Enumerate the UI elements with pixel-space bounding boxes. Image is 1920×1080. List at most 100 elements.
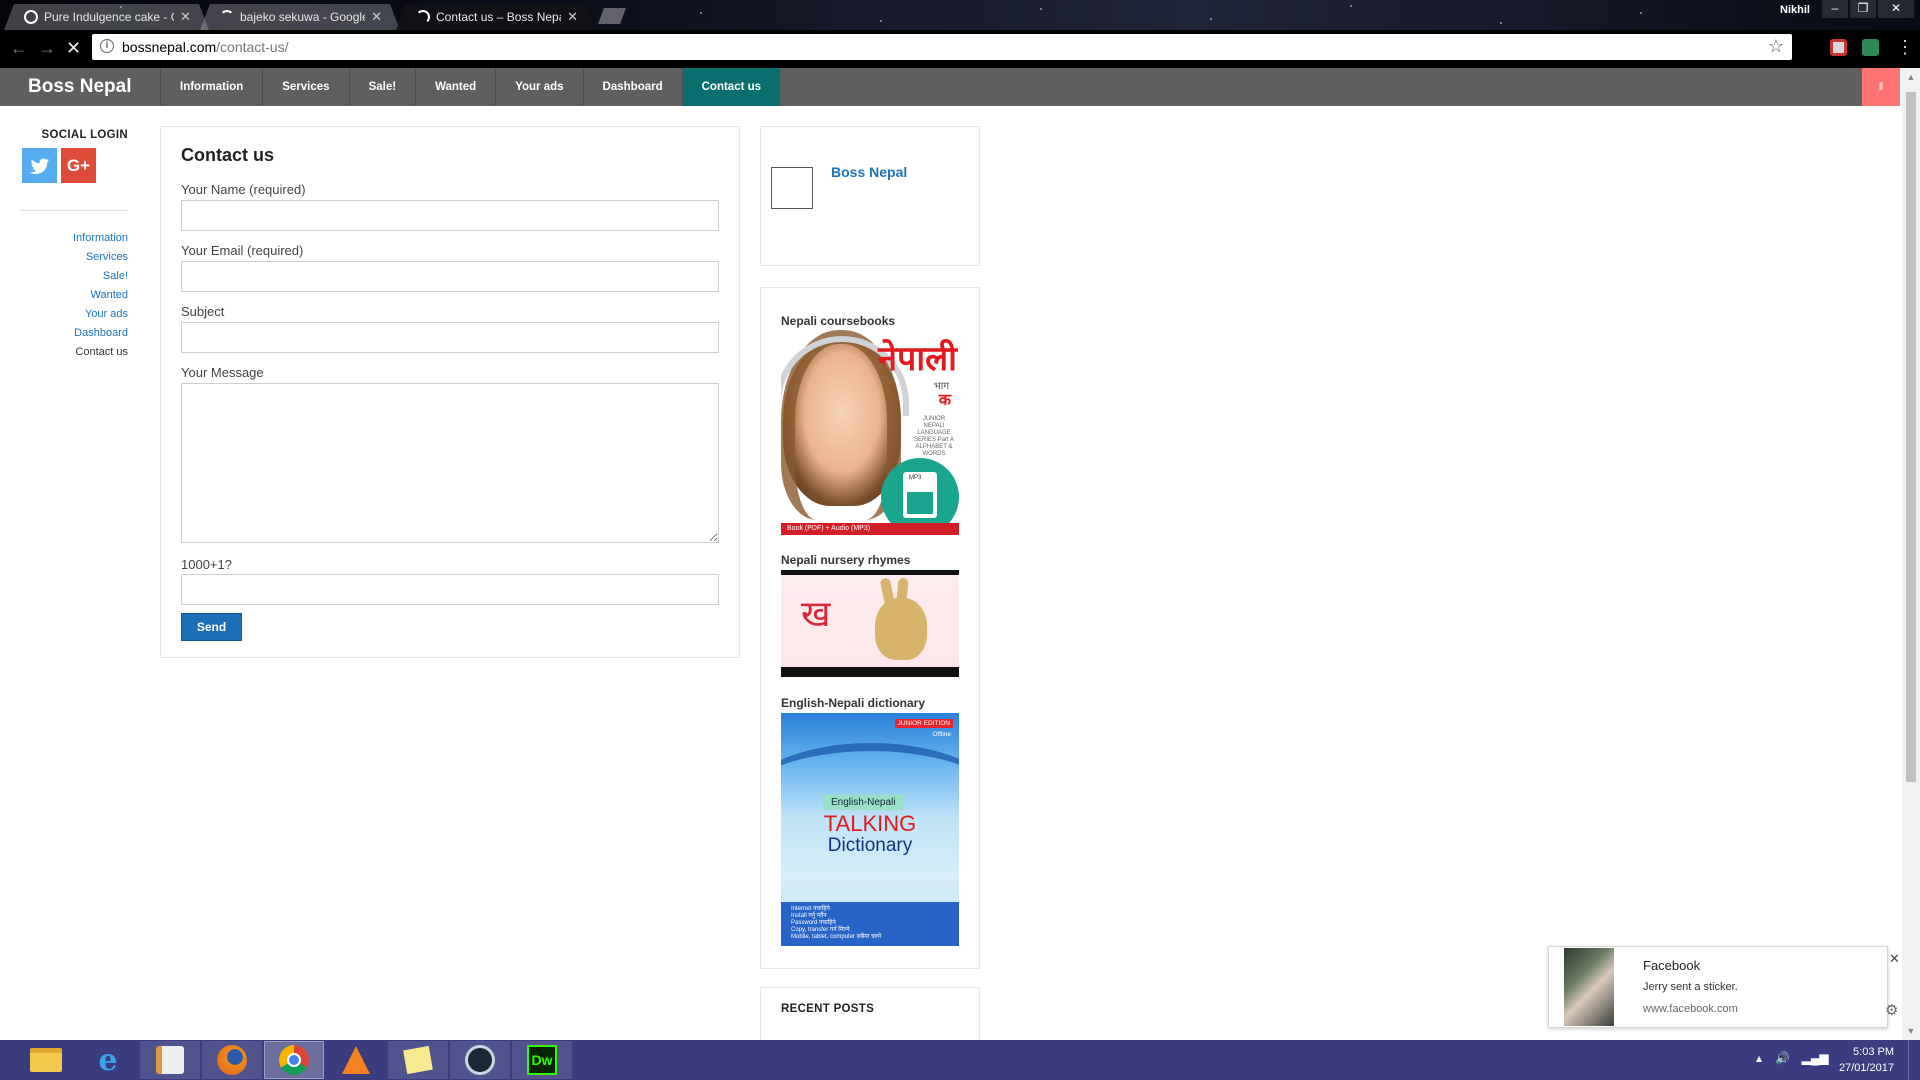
paint-icon[interactable] [140,1041,200,1079]
clock-date: 27/01/2017 [1838,1062,1894,1074]
forward-arrow-icon[interactable]: → [38,39,56,57]
decor-star [700,12,702,14]
decor-star [1350,5,1352,7]
nav-dashboard[interactable]: Dashboard [582,68,682,106]
stop-loading-icon[interactable]: ✕ [66,39,81,57]
url-text[interactable]: bossnepal.com/contact-us/ [122,39,289,55]
feature-item: Internet नचाहिने [791,906,830,912]
author-name-link[interactable]: Boss Nepal [831,164,907,180]
network-icon[interactable]: ▂▄▆ [1802,1051,1829,1065]
decor-star [1640,12,1642,14]
nursery-rhymes-ad[interactable]: ख [781,570,959,677]
sidebar-item-information[interactable]: Information [20,229,128,248]
ad-title-coursebooks: Nepali coursebooks [781,314,896,328]
header-toggle-button[interactable]: ǁ [1862,68,1900,106]
sidebar-item-sale[interactable]: Sale! [20,267,128,286]
chrome-icon[interactable] [264,1041,324,1079]
feature-item: Copy, transfer गर्न मिल्ने [791,927,850,933]
firefox-icon[interactable] [202,1041,262,1079]
minimize-icon[interactable]: – [1822,0,1848,18]
twitter-icon [29,158,49,175]
ad-art-language: English-Nepali [823,795,904,810]
mp3-label: MP3 [909,475,922,481]
feature-item: Password नचाहिने [791,920,836,926]
info-icon[interactable]: i [100,39,114,53]
nav-wanted[interactable]: Wanted [415,68,495,106]
ad-art-features: Internet नचाहिने Install गर्नु पर्दैन Pa… [781,902,959,946]
nav-your-ads[interactable]: Your ads [495,68,582,106]
send-button[interactable]: Send [181,613,242,641]
browser-tab[interactable]: bajeko sekuwa - Google ✕ [200,4,400,30]
nav-information[interactable]: Information [160,68,262,106]
sidebar-item-your-ads[interactable]: Your ads [20,305,128,324]
author-avatar[interactable] [771,167,813,209]
nav-sale[interactable]: Sale! [348,68,416,106]
close-window-icon[interactable]: ✕ [1878,0,1914,18]
browser-tab[interactable]: Pure Indulgence cake - G ✕ [4,4,209,30]
close-tab-icon[interactable]: ✕ [180,9,191,25]
email-field[interactable] [181,261,719,292]
site-header: Boss Nepal Information Services Sale! Wa… [0,68,1900,106]
recent-posts-widget [760,987,980,1047]
google-plus-login-button[interactable]: G+ [61,148,96,183]
tab-title: Pure Indulgence cake - G [44,10,174,24]
steam-icon[interactable] [450,1041,510,1079]
volume-icon[interactable]: 🔊 [1775,1051,1790,1065]
tab-title: bajeko sekuwa - Google [240,10,366,24]
show-desktop-button[interactable] [1908,1040,1920,1080]
menu-kebab-icon[interactable]: ⋮ [1896,38,1914,56]
sidebar-item-dashboard[interactable]: Dashboard [20,324,128,343]
extension-icon[interactable] [1830,39,1847,56]
message-field[interactable] [181,383,719,543]
page-title: Contact us [181,145,275,165]
sidebar-item-wanted[interactable]: Wanted [20,286,128,305]
vlc-icon[interactable] [326,1041,386,1079]
scrollbar-thumb[interactable] [1906,92,1916,782]
dreamweaver-icon[interactable]: Dw [512,1041,572,1079]
message-label: Your Message [181,365,264,380]
address-bar[interactable]: i bossnepal.com/contact-us/ ☆ [92,34,1792,60]
url-host: bossnepal.com [122,39,217,55]
ad-title-nursery-rhymes: Nepali nursery rhymes [781,553,911,567]
dictionary-ad[interactable]: JUNIOR EDITION Offline English-Nepali TA… [781,713,959,946]
nav-contact-us[interactable]: Contact us [681,68,781,106]
profile-name[interactable]: Nikhil [1780,4,1810,16]
captcha-label: 1000+1? [181,557,232,572]
close-icon[interactable]: ✕ [1889,951,1900,967]
clock-time: 5:03 PM [1853,1046,1894,1058]
site-logo-title[interactable]: Boss Nepal [28,76,131,98]
close-tab-icon[interactable]: ✕ [371,9,382,25]
email-label: Your Email (required) [181,243,304,258]
decor-star [1040,8,1042,10]
decor-star [880,20,882,22]
back-arrow-icon[interactable]: ← [10,39,28,57]
nepali-coursebook-ad[interactable]: नेपाली भाग क JUNIOR NEPALI LANGUAGE SERI… [781,330,959,535]
twitter-login-button[interactable] [22,148,57,183]
taskbar-clock[interactable]: 5:03 PM 27/01/2017 [1832,1044,1894,1076]
sidebar-item-contact-us[interactable]: Contact us [20,343,128,362]
sticky-notes-icon[interactable] [388,1041,448,1079]
notification-avatar [1564,948,1614,1026]
scroll-up-icon[interactable]: ▲ [1905,72,1917,82]
file-explorer-icon[interactable] [16,1041,76,1079]
captcha-field[interactable] [181,574,719,605]
name-label: Your Name (required) [181,182,306,197]
decor-star [1500,22,1502,24]
tray-expand-icon[interactable]: ▴ [1756,1051,1762,1065]
extension-check-icon[interactable] [1862,39,1879,56]
system-tray[interactable]: ▴ 🔊 ▂▄▆ [1756,1051,1829,1065]
bookmark-star-icon[interactable]: ☆ [1768,36,1784,57]
notification-title: Facebook [1643,958,1701,973]
subject-field[interactable] [181,322,719,353]
restore-icon[interactable]: ❐ [1850,0,1876,18]
sidebar-item-services[interactable]: Services [20,248,128,267]
nav-services[interactable]: Services [262,68,348,106]
close-tab-icon[interactable]: ✕ [567,9,578,25]
name-field[interactable] [181,200,719,231]
ad-art-letter: क [938,392,951,409]
gear-icon[interactable]: ⚙ [1885,1001,1898,1019]
internet-explorer-icon[interactable]: e [78,1041,138,1079]
scroll-down-icon[interactable]: ▼ [1905,1026,1917,1036]
ad-art-dictionary: Dictionary [827,835,913,856]
browser-tab-active[interactable]: Contact us – Boss Nepal ✕ [396,4,596,30]
